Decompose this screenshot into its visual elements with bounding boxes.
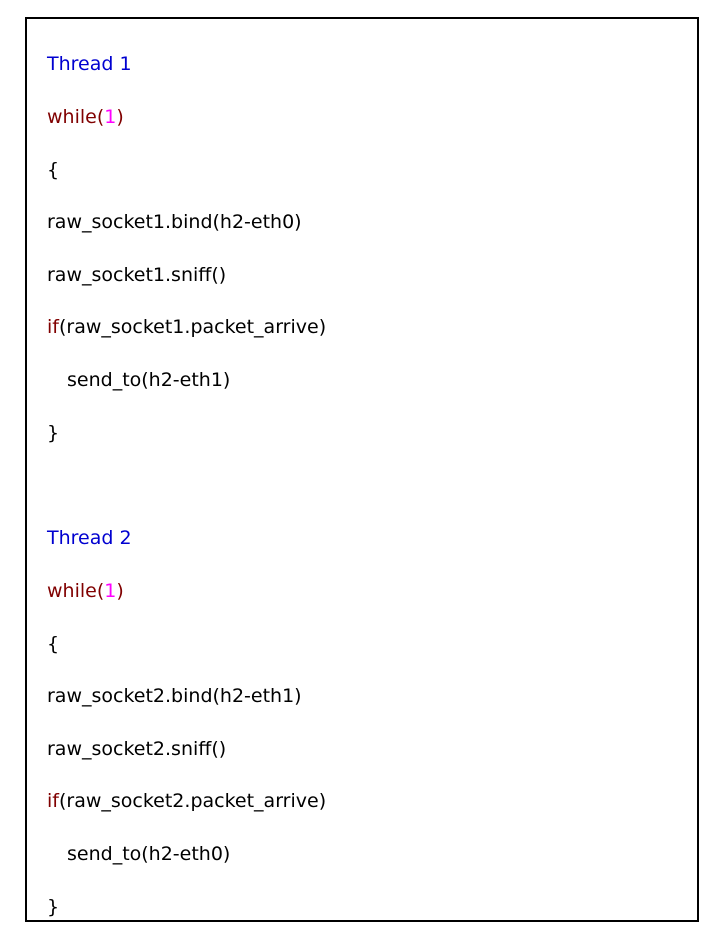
thread1-send-line: send_to(h2-eth1) [67, 369, 231, 391]
thread1-title: Thread 1 [47, 53, 132, 75]
thread1-sniff-line: raw_socket1.sniff() [47, 264, 227, 286]
thread2-if-condition: (raw_socket2.packet_arrive) [58, 790, 327, 812]
thread2-title: Thread 2 [47, 527, 132, 549]
thread1-while-number: 1 [104, 106, 117, 128]
thread1-brace-open: { [47, 159, 60, 181]
thread2-while-keyword: while [47, 580, 97, 602]
thread2-sniff-line: raw_socket2.sniff() [47, 738, 227, 760]
thread2-brace-close: } [47, 896, 60, 918]
thread1-if-condition: (raw_socket1.packet_arrive) [58, 316, 327, 338]
code-frame [25, 17, 699, 922]
thread2-while-close-paren: ) [116, 580, 124, 602]
thread1-while-line: while(1) [47, 105, 124, 129]
thread1-if-keyword: if [47, 316, 59, 338]
thread2-bind-line: raw_socket2.bind(h2-eth1) [47, 685, 302, 707]
thread2-while-number: 1 [104, 580, 117, 602]
thread1-brace-close: } [47, 422, 60, 444]
thread1-if-line: if(raw_socket1.packet_arrive) [47, 315, 326, 339]
thread2-brace-open: { [47, 633, 60, 655]
thread1-bind-line: raw_socket1.bind(h2-eth0) [47, 211, 302, 233]
thread2-send-line: send_to(h2-eth0) [67, 843, 231, 865]
thread2-while-line: while(1) [47, 579, 124, 603]
thread1-while-close-paren: ) [116, 106, 124, 128]
thread2-if-line: if(raw_socket2.packet_arrive) [47, 789, 326, 813]
thread1-while-keyword: while [47, 106, 97, 128]
thread2-if-keyword: if [47, 790, 59, 812]
